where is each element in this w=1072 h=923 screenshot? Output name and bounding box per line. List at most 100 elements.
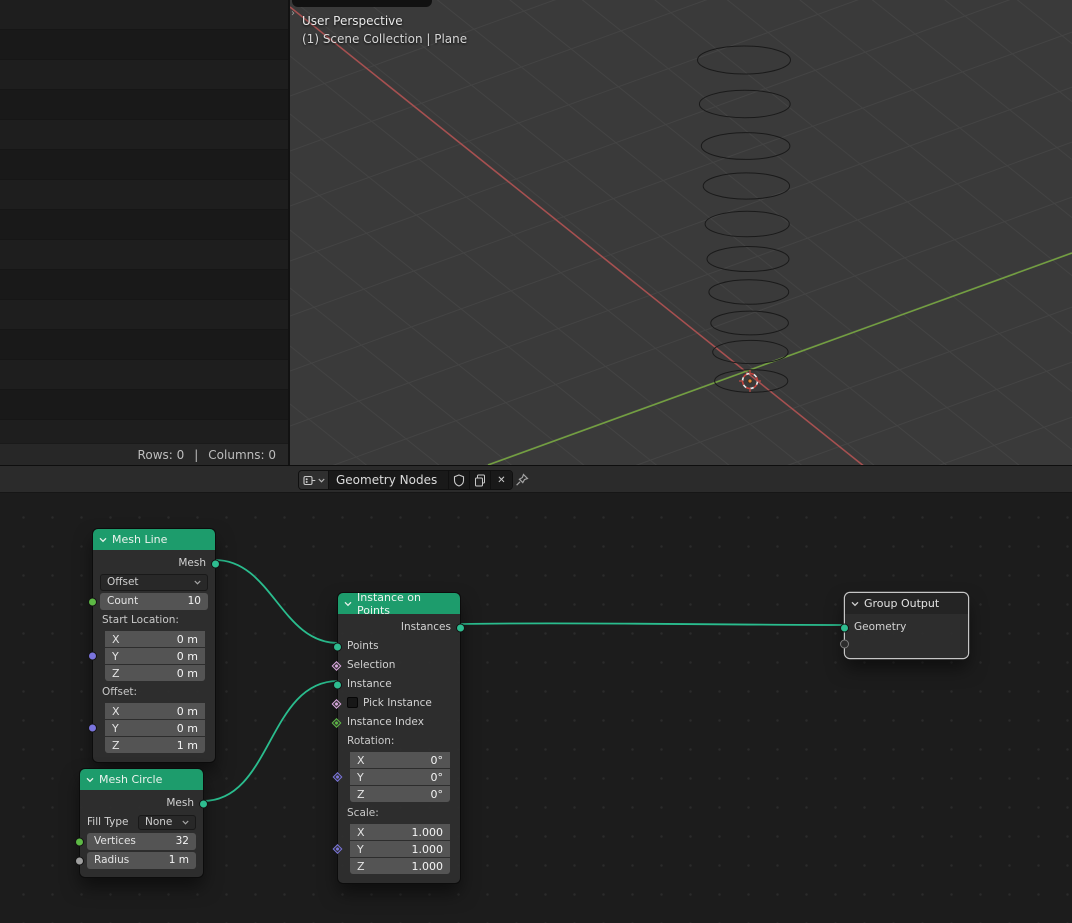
3d-viewport[interactable]: › User Perspective (1) Scene Collection … [290,0,1072,465]
mesh-circle-body: Mesh Fill Type None Vertices 32 Radius 1… [75,790,208,877]
socket-mesh-output[interactable] [211,559,220,568]
scale-z-field[interactable]: Z 1.000 [350,858,450,874]
socket-start-location-input[interactable] [88,651,97,661]
scene-breadcrumb: (1) Scene Collection | Plane [302,32,468,46]
mesh-line-mode-dropdown[interactable]: Offset [100,574,208,591]
pin-button[interactable] [514,472,530,488]
start-z-field[interactable]: Z0 m [105,665,205,681]
socket-points-input[interactable] [333,642,342,651]
nodetree-name-input[interactable]: Geometry Nodes [329,471,449,489]
fill-type-dropdown[interactable]: None [138,815,196,830]
columns-count: Columns: 0 [208,447,276,462]
scale-vector: X 1.000 Y 1.000 Z 1.000 [332,824,450,874]
socket-geometry-input[interactable] [840,623,849,632]
spreadsheet-editor[interactable]: Rows: 0 | Columns: 0 [0,0,290,465]
rotation-label: Rotation: [347,735,395,747]
unlink-datablock-button[interactable]: ✕ [491,471,512,489]
socket-count-input[interactable] [88,597,97,606]
vertices-field[interactable]: Vertices 32 [87,833,196,850]
offset-x-field[interactable]: X0 m [105,703,205,719]
output-label: Mesh [178,557,206,569]
rotation-x-field[interactable]: X 0° [350,752,450,768]
rotation-y-field[interactable]: Y 0° [350,769,450,785]
mesh-line-body: Mesh Offset Count 10 Start Location: X 0… [88,550,220,762]
fill-type-row: Fill Type None [87,814,196,831]
start-y-field[interactable]: Y0 m [105,648,205,664]
vertices-row: Vertices 32 [75,833,196,850]
node-title: Group Output [864,597,940,610]
close-icon: ✕ [497,474,506,486]
viewport-scene [290,0,1072,465]
offset-z-field[interactable]: Z1 m [105,737,205,753]
rows-count: Rows: 0 [137,447,185,462]
rotation-z-field[interactable]: Z 0° [350,786,450,802]
pin-icon [516,473,529,486]
rotation-vector: X 0° Y 0° Z 0° [332,752,450,802]
socket-virtual-input[interactable] [840,639,849,649]
start-location-vector: X0 m Y0 m Z0 m [88,631,205,681]
chevron-down-icon [317,478,325,483]
mesh-line-header[interactable]: Mesh Line [93,529,215,550]
instance-on-points-header[interactable]: Instance on Points [338,590,460,617]
socket-mesh-output[interactable] [199,799,208,808]
blender-window: Rows: 0 | Columns: 0 › User Perspective … [0,0,1072,923]
node-mesh-line[interactable]: Mesh Line Mesh Offset Count 10 Start Loc… [88,529,220,762]
output-row-mesh: Mesh [100,555,220,572]
count-row: Count 10 [88,593,208,610]
collapse-chevron-icon[interactable] [86,777,94,783]
viewport-top-bar [292,0,432,7]
virtual-socket-row [840,638,961,650]
nodetree-browse-button[interactable] [299,471,329,489]
start-location-label: Start Location: [102,614,179,626]
socket-instance-input[interactable] [333,680,342,689]
instance-index-row: Instance Index [331,714,453,731]
mesh-circle-header[interactable]: Mesh Circle [80,769,203,790]
node-title: Mesh Circle [99,773,163,786]
count-field[interactable]: Count 10 [100,593,208,610]
mode-value: Offset [107,576,139,588]
node-instance-on-points[interactable]: Instance on Points Instances Points Sele… [331,590,465,883]
fake-user-button[interactable] [449,471,470,489]
status-separator: | [194,447,199,462]
mode-row: Offset [100,574,208,591]
node-group-output[interactable]: Group Output Geometry [840,593,968,658]
chevron-down-icon [182,820,189,825]
selection-row: Selection [331,657,453,674]
output-row-instances: Instances [345,619,465,636]
start-x-field[interactable]: X0 m [105,631,205,647]
chevron-down-icon [194,580,201,585]
socket-instances-output[interactable] [456,623,465,632]
nodetree-datablock-selector: Geometry Nodes ✕ [298,470,513,490]
scale-y-field[interactable]: Y 1.000 [350,841,450,857]
offset-y-field[interactable]: Y0 m [105,720,205,736]
duplicate-datablock-button[interactable] [470,471,491,489]
node-title: Instance on Points [357,590,421,617]
scale-x-field[interactable]: X 1.000 [350,824,450,840]
node-editor-header: Geometry Nodes ✕ [0,465,1072,493]
points-row: Points [333,638,453,655]
node-title: Mesh Line [112,533,168,546]
region-expand-arrow[interactable]: › [291,8,295,19]
scale-label: Scale: [347,807,379,819]
node-mesh-circle[interactable]: Mesh Circle Mesh Fill Type None Vertices… [75,769,208,877]
socket-vertices-input[interactable] [75,837,84,846]
collapse-chevron-icon[interactable] [99,537,107,543]
spreadsheet-status-bar: Rows: 0 | Columns: 0 [0,443,288,465]
radius-field[interactable]: Radius 1 m [87,852,196,869]
geometry-row: Geometry [840,619,961,636]
group-output-body: Geometry [840,614,968,658]
offset-label: Offset: [102,686,138,698]
group-output-header[interactable]: Group Output [845,593,968,614]
pick-instance-row: Pick Instance [331,695,453,712]
copy-icon [475,474,485,486]
pick-instance-checkbox[interactable] [347,697,358,708]
collapse-chevron-icon[interactable] [851,601,859,607]
nodetree-name-text: Geometry Nodes [336,473,438,487]
output-label: Instances [400,621,451,633]
view-perspective-label: User Perspective [302,14,403,28]
instance-row: Instance [333,676,453,693]
fill-type-label: Fill Type [87,816,129,828]
socket-radius-input[interactable] [75,856,84,865]
collapse-chevron-icon[interactable] [344,601,352,607]
socket-offset-input[interactable] [88,723,97,733]
